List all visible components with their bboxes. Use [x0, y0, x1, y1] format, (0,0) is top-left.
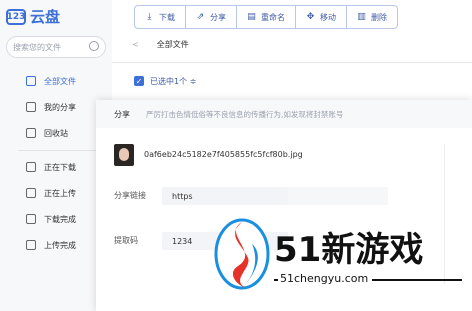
upload-icon	[26, 188, 36, 198]
sidebar-item-label: 正在下载	[44, 162, 76, 172]
folder-icon	[26, 76, 36, 86]
search-input[interactable]: 搜索您的文件	[6, 36, 106, 58]
rename-label: 重命名	[261, 12, 285, 22]
extract-code-label: 提取码	[114, 236, 138, 245]
delete-label: 删除	[371, 12, 387, 22]
share-link-field[interactable]: https	[162, 187, 288, 205]
delete-icon: ▥	[357, 11, 366, 22]
dialog-header: 分享 严厉打击色情低俗等不良信息的传播行为,如发现将封禁账号	[96, 100, 472, 128]
share-link-field-ext	[288, 187, 388, 205]
sidebar-item-label: 下载完成	[44, 214, 76, 224]
watermark-logo-icon	[214, 218, 270, 290]
dialog-title: 分享	[114, 109, 130, 119]
dialog-notice: 严厉打击色情低俗等不良信息的传播行为,如发现将封禁账号	[146, 109, 344, 119]
rename-button[interactable]: ▤ 重命名	[237, 6, 296, 28]
download-icon: ⤓	[147, 11, 152, 22]
watermark-url: 51chengyu.com	[280, 272, 369, 285]
breadcrumb: < 全部文件	[132, 39, 189, 50]
download-icon	[26, 162, 36, 172]
watermark-brand: 51新游戏	[274, 230, 424, 270]
share-button[interactable]: ⇗ 分享	[186, 6, 237, 28]
sidebar-item-label: 回收站	[44, 128, 68, 138]
selection-count[interactable]: 已选中1个 ≑	[150, 76, 196, 87]
select-all-checkbox[interactable]: ✓	[134, 76, 144, 86]
breadcrumb-current[interactable]: 全部文件	[157, 39, 189, 50]
download-button[interactable]: ⤓ 下载	[135, 6, 186, 28]
divider	[112, 62, 472, 63]
move-icon: ✥	[306, 11, 315, 22]
toolbar: ⤓ 下载 ⇗ 分享 ▤ 重命名 ✥ 移动 ▥ 删除	[134, 5, 398, 29]
share-label: 分享	[210, 12, 226, 22]
app-name: 云盘	[30, 8, 61, 26]
share-link-label: 分享链接	[114, 191, 146, 200]
share-icon	[26, 102, 36, 112]
move-label: 移动	[320, 12, 336, 22]
sidebar-divider	[18, 150, 98, 151]
share-icon: ⇗	[196, 11, 205, 22]
download-label: 下载	[159, 12, 175, 22]
sidebar-item-label: 全部文件	[44, 76, 76, 86]
move-button[interactable]: ✥ 移动	[296, 6, 347, 28]
sidebar-item-label: 正在上传	[44, 188, 76, 198]
app-logo[interactable]: 123 云盘	[6, 6, 60, 27]
watermark-line-right	[372, 279, 462, 281]
delete-button[interactable]: ▥ 删除	[347, 6, 397, 28]
upload-done-icon	[26, 240, 36, 250]
sidebar-item-label: 我的分享	[44, 102, 76, 112]
watermark: 51新游戏 51chengyu.com	[212, 214, 468, 302]
sidebar-item-all-files[interactable]: 全部文件	[0, 68, 112, 94]
selection-bar: ✓ 已选中1个 ≑	[112, 70, 472, 92]
file-thumbnail	[114, 144, 134, 166]
trash-icon	[26, 128, 36, 138]
download-done-icon	[26, 214, 36, 224]
thumbnail-face	[119, 148, 129, 161]
rename-icon: ▤	[247, 11, 256, 22]
back-button[interactable]: <	[132, 40, 139, 49]
search-icon[interactable]	[89, 41, 99, 51]
file-name: 0af6eb24c5182e7f405855fc5fcf80b.jpg	[144, 150, 303, 159]
watermark-line-left	[274, 279, 278, 281]
sidebar-item-label: 上传完成	[44, 240, 76, 250]
search-placeholder: 搜索您的文件	[13, 42, 61, 52]
logo-mark-icon: 123	[6, 8, 26, 25]
